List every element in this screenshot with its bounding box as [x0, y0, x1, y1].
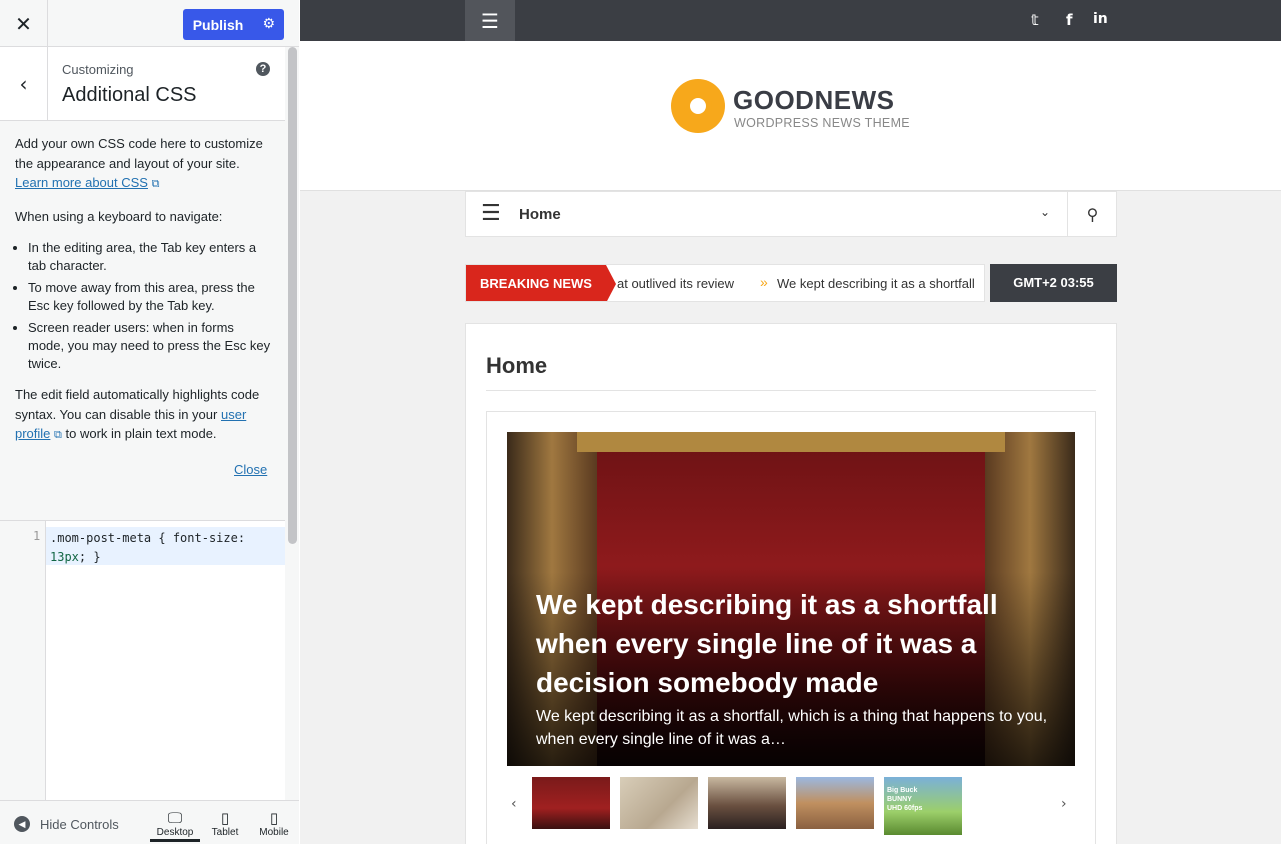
css-code-editor[interactable]: 1 .mom-post-meta { font-size: 13px; }	[0, 520, 285, 801]
publish-label: Publish	[192, 16, 244, 33]
description-paragraph: Add your own CSS code here to customize …	[15, 134, 273, 194]
help-icon[interactable]: ?	[256, 62, 270, 76]
desktop-icon: 🖵	[167, 809, 183, 827]
mobile-icon: ▯	[269, 809, 279, 827]
scrollbar-thumb[interactable]	[288, 47, 297, 544]
close-icon: ✕	[15, 11, 32, 36]
logo-inner	[684, 92, 712, 120]
device-mobile-button[interactable]: ▯ Mobile	[249, 809, 299, 838]
list-item: To move away from this area, press the E…	[28, 279, 273, 315]
code-end: ; }	[78, 550, 101, 564]
ticker-item[interactable]: at outlived its review	[617, 276, 734, 291]
section-title: Additional CSS	[62, 84, 197, 106]
device-label: Mobile	[259, 827, 289, 838]
hide-controls-button[interactable]: ◀ Hide Controls	[14, 816, 119, 832]
keyboard-tips-list: In the editing area, the Tab key enters …	[28, 239, 273, 373]
customizer-sidebar: ✕ Publish ⚙ ‹ Customizing Additional CSS…	[0, 0, 299, 844]
hero-title[interactable]: We kept describing it as a shortfall whe…	[536, 585, 1046, 702]
learn-more-link[interactable]: Learn more about CSS	[15, 175, 148, 190]
section-header: ‹ Customizing Additional CSS ?	[0, 47, 285, 121]
ticker-item[interactable]: We kept describing it as a shortfall	[777, 276, 975, 291]
gear-icon[interactable]: ⚙	[262, 16, 275, 32]
thumbnail-theater[interactable]	[532, 777, 610, 829]
slider-box: We kept describing it as a shortfall whe…	[486, 411, 1096, 844]
device-desktop-button[interactable]: 🖵 Desktop	[150, 809, 200, 842]
device-label: Desktop	[156, 827, 194, 838]
chevron-left-icon[interactable]: ‹	[511, 796, 517, 812]
menu-button[interactable]: ☰	[465, 0, 515, 41]
slider-thumbnails: ‹ Big Buck BUNNY UHD 60fps ›	[507, 766, 1075, 844]
logo-mark[interactable]	[671, 79, 725, 133]
theater-arch	[577, 432, 1005, 452]
linkedin-icon[interactable]: in	[1093, 11, 1108, 27]
device-label: Tablet	[211, 827, 239, 838]
logo-title[interactable]: GOODNEWS	[733, 85, 894, 116]
line-number: 1	[33, 529, 41, 543]
hamburger-icon: ☰	[481, 8, 499, 33]
thumbnail-laptop[interactable]	[620, 777, 698, 829]
site-topbar: ☰ 𝕥 f in	[300, 0, 1281, 41]
site-header: GOODNEWS WORDPRESS NEWS THEME	[300, 41, 1281, 191]
twitter-icon[interactable]: 𝕥	[1031, 11, 1039, 29]
chevron-down-icon[interactable]: ⌄	[1040, 205, 1050, 219]
list-item: In the editing area, the Tab key enters …	[28, 239, 273, 275]
breaking-news-label: BREAKING NEWS	[466, 265, 616, 301]
customizing-label: Customizing	[62, 62, 134, 77]
thumbnail-building[interactable]	[796, 777, 874, 829]
breaking-news-ticker: BREAKING NEWS at outlived its review » W…	[465, 264, 985, 302]
description-text: Add your own CSS code here to customize …	[15, 136, 263, 171]
chevron-right-icon[interactable]: ›	[1061, 796, 1067, 812]
clock-badge: GMT+2 03:55	[990, 264, 1117, 302]
main-nav: ☰ Home ⌄ ⚲	[465, 191, 1117, 237]
line-gutter: 1	[0, 521, 46, 801]
list-item: Screen reader users: when in forms mode,…	[28, 319, 273, 373]
thumbnail-bunny[interactable]: Big Buck BUNNY UHD 60fps	[884, 777, 962, 835]
thumbnail-cinema[interactable]	[708, 777, 786, 829]
section-description: Add your own CSS code here to customize …	[15, 134, 273, 458]
publish-button[interactable]: Publish ⚙	[183, 9, 284, 40]
search-button[interactable]: ⚲	[1067, 192, 1117, 236]
customizer-footer: ◀ Hide Controls 🖵 Desktop ▯ Tablet ▯ Mobile	[0, 800, 299, 844]
syntax-paragraph: The edit field automatically highlights …	[15, 385, 273, 445]
facebook-icon[interactable]: f	[1066, 11, 1073, 29]
code-number: 13px	[50, 550, 79, 564]
sidebar-scrollbar[interactable]	[286, 47, 299, 800]
tablet-icon: ▯	[220, 809, 230, 827]
back-button[interactable]: ‹	[0, 47, 48, 121]
thumbnail-bunny-text: Big Buck BUNNY UHD 60fps	[887, 787, 923, 812]
close-customizer-button[interactable]: ✕	[0, 0, 48, 47]
nav-home[interactable]: Home	[519, 206, 561, 223]
content-card: Home We kept describing it as a shortfal…	[465, 323, 1117, 844]
hero-slide[interactable]: We kept describing it as a shortfall whe…	[507, 432, 1075, 766]
keyboard-intro: When using a keyboard to navigate:	[15, 208, 223, 224]
menu-lines-icon[interactable]: ☰	[481, 203, 501, 225]
customizer-header: ✕ Publish ⚙	[0, 0, 299, 47]
code-line[interactable]: .mom-post-meta { font-size: 13px; }	[46, 527, 285, 565]
divider	[486, 390, 1096, 391]
hide-controls-label: Hide Controls	[40, 816, 119, 832]
syntax-text-end: to work in plain text mode.	[65, 426, 217, 441]
device-tablet-button[interactable]: ▯ Tablet	[200, 809, 250, 838]
hero-excerpt: We kept describing it as a shortfall, wh…	[536, 708, 1048, 748]
double-chevron-icon: »	[760, 274, 768, 290]
search-icon: ⚲	[1086, 204, 1099, 224]
close-help-link[interactable]: Close	[234, 462, 267, 477]
collapse-icon: ◀	[14, 816, 30, 832]
page-title: Home	[486, 353, 548, 378]
logo-subtitle: WORDPRESS NEWS THEME	[734, 116, 910, 130]
external-link-icon: ⧉	[151, 177, 160, 190]
code-selector: .mom-post-meta { font-size:	[50, 531, 246, 545]
external-link-icon: ⧉	[54, 428, 62, 441]
site-preview: ☰ 𝕥 f in GOODNEWS WORDPRESS NEWS THEME ☰…	[300, 0, 1281, 844]
chevron-left-icon: ‹	[19, 72, 28, 96]
